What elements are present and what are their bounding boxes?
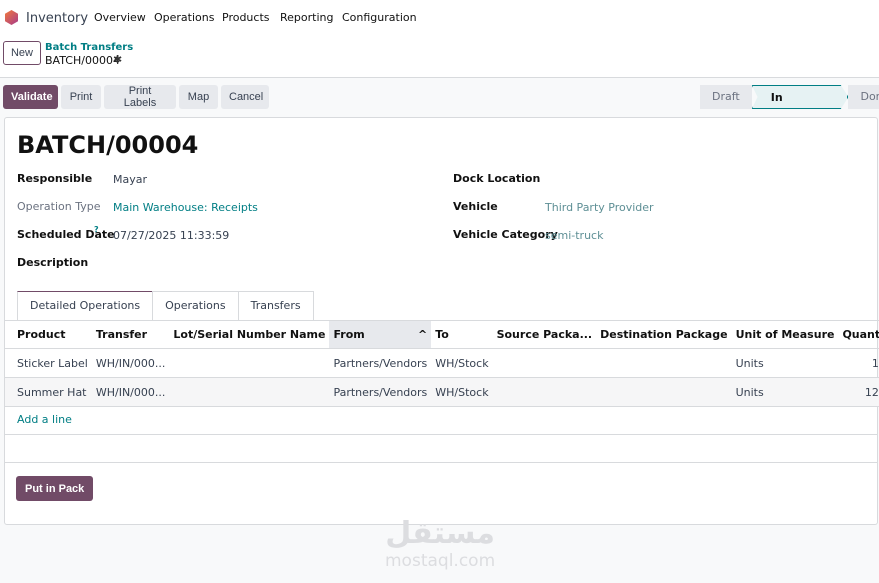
- vehicle-label: Vehicle: [453, 200, 498, 213]
- help-tooltip-icon[interactable]: ?: [94, 225, 99, 234]
- tab-transfers[interactable]: Transfers: [237, 291, 314, 320]
- inventory-logo-icon[interactable]: [5, 10, 18, 25]
- validate-button[interactable]: Validate: [3, 85, 58, 109]
- menu-reporting[interactable]: Reporting: [280, 11, 333, 24]
- stage-draft[interactable]: Draft: [700, 85, 752, 109]
- cell-product[interactable]: Sticker Label: [13, 348, 92, 378]
- add-line-link[interactable]: Add a line: [17, 413, 72, 426]
- col-from-label: From: [333, 328, 365, 341]
- watermark-latin: mostaql.com: [385, 551, 496, 571]
- table-header: Product Transfer Lot/Serial Number Name …: [5, 320, 879, 349]
- operation-type-label: Operation Type: [17, 200, 101, 213]
- cell-quantity[interactable]: 12.00: [838, 377, 879, 407]
- col-lot[interactable]: Lot/Serial Number Name: [169, 320, 330, 349]
- breadcrumb-current: BATCH/00004: [45, 54, 120, 67]
- cell-from[interactable]: Partners/Vendors: [329, 377, 432, 407]
- col-uom[interactable]: Unit of Measure: [731, 320, 839, 349]
- map-button[interactable]: Map: [179, 85, 218, 109]
- dock-location-label: Dock Location: [453, 172, 541, 185]
- scheduled-date-label: Scheduled Date: [17, 228, 115, 241]
- description-label: Description: [17, 256, 89, 269]
- divider: [5, 434, 877, 435]
- col-quantity[interactable]: Quantity: [838, 320, 879, 349]
- top-bar: Inventory Overview Operations Products R…: [0, 0, 879, 78]
- cell-product[interactable]: Summer Hat: [13, 377, 92, 407]
- vehicle-field[interactable]: Third Party Provider: [545, 201, 654, 214]
- tab-detailed-operations[interactable]: Detailed Operations: [17, 291, 154, 320]
- menu-configuration[interactable]: Configuration: [342, 11, 417, 24]
- sort-asc-icon: ^: [418, 328, 428, 341]
- col-transfer[interactable]: Transfer: [91, 320, 170, 349]
- table-row[interactable]: Summer Hat WH/IN/000... Partners/Vendors…: [5, 377, 879, 407]
- cell-to[interactable]: WH/Stock: [431, 348, 493, 378]
- watermark-arabic: مستقل: [385, 516, 495, 551]
- cell-quantity[interactable]: 1.00: [838, 348, 879, 378]
- operation-type-field[interactable]: Main Warehouse: Receipts: [113, 201, 258, 214]
- gear-icon[interactable]: ✱: [113, 53, 122, 66]
- status-bar: Draft In progress Done: [700, 85, 879, 109]
- responsible-label: Responsible: [17, 172, 93, 185]
- cell-source-package[interactable]: [492, 348, 597, 378]
- cell-transfer[interactable]: WH/IN/000...: [91, 377, 170, 407]
- tab-operations[interactable]: Operations: [152, 291, 239, 320]
- col-destination-package[interactable]: Destination Package: [596, 320, 732, 349]
- cell-lot[interactable]: [169, 348, 330, 378]
- operations-table: Product Transfer Lot/Serial Number Name …: [5, 320, 879, 407]
- cancel-button[interactable]: Cancel: [221, 85, 269, 109]
- menu-operations[interactable]: Operations: [154, 11, 214, 24]
- cell-lot[interactable]: [169, 377, 330, 407]
- cell-source-package[interactable]: [492, 377, 597, 407]
- vehicle-category-field[interactable]: semi-truck: [545, 229, 603, 242]
- scheduled-date-field[interactable]: 07/27/2025 11:33:59: [113, 229, 229, 242]
- app-name[interactable]: Inventory: [26, 11, 88, 26]
- stage-done[interactable]: Done: [848, 85, 879, 109]
- stage-in-progress[interactable]: In progress: [751, 85, 849, 109]
- col-from[interactable]: From ^: [329, 320, 432, 349]
- cell-uom[interactable]: Units: [731, 348, 839, 378]
- breadcrumb-parent[interactable]: Batch Transfers: [45, 42, 133, 53]
- cell-to[interactable]: WH/Stock: [431, 377, 493, 407]
- cell-destination-package[interactable]: [596, 377, 732, 407]
- put-in-pack-button[interactable]: Put in Pack: [16, 476, 94, 501]
- menu-products[interactable]: Products: [222, 11, 270, 24]
- col-to[interactable]: To: [431, 320, 493, 349]
- col-source-package[interactable]: Source Packa...: [492, 320, 597, 349]
- notebook-tabs: Detailed Operations Operations Transfers: [17, 291, 314, 320]
- cell-from[interactable]: Partners/Vendors: [329, 348, 432, 378]
- menu-overview[interactable]: Overview: [94, 11, 146, 24]
- watermark: مستقل mostaql.com: [385, 516, 496, 572]
- print-labels-button[interactable]: Print Labels: [104, 85, 176, 109]
- cell-destination-package[interactable]: [596, 348, 732, 378]
- print-button[interactable]: Print: [61, 85, 101, 109]
- cell-uom[interactable]: Units: [731, 377, 839, 407]
- vehicle-category-label: Vehicle Category: [453, 228, 558, 241]
- table-row[interactable]: Sticker Label WH/IN/000... Partners/Vend…: [5, 348, 879, 378]
- new-button[interactable]: New: [3, 41, 41, 65]
- record-title: BATCH/00004: [17, 131, 199, 159]
- form-sheet: BATCH/00004 Responsible Mayar Operation …: [4, 117, 879, 525]
- col-product[interactable]: Product: [13, 320, 92, 349]
- responsible-field[interactable]: Mayar: [113, 173, 147, 186]
- cell-transfer[interactable]: WH/IN/000...: [91, 348, 170, 378]
- divider: [5, 462, 877, 463]
